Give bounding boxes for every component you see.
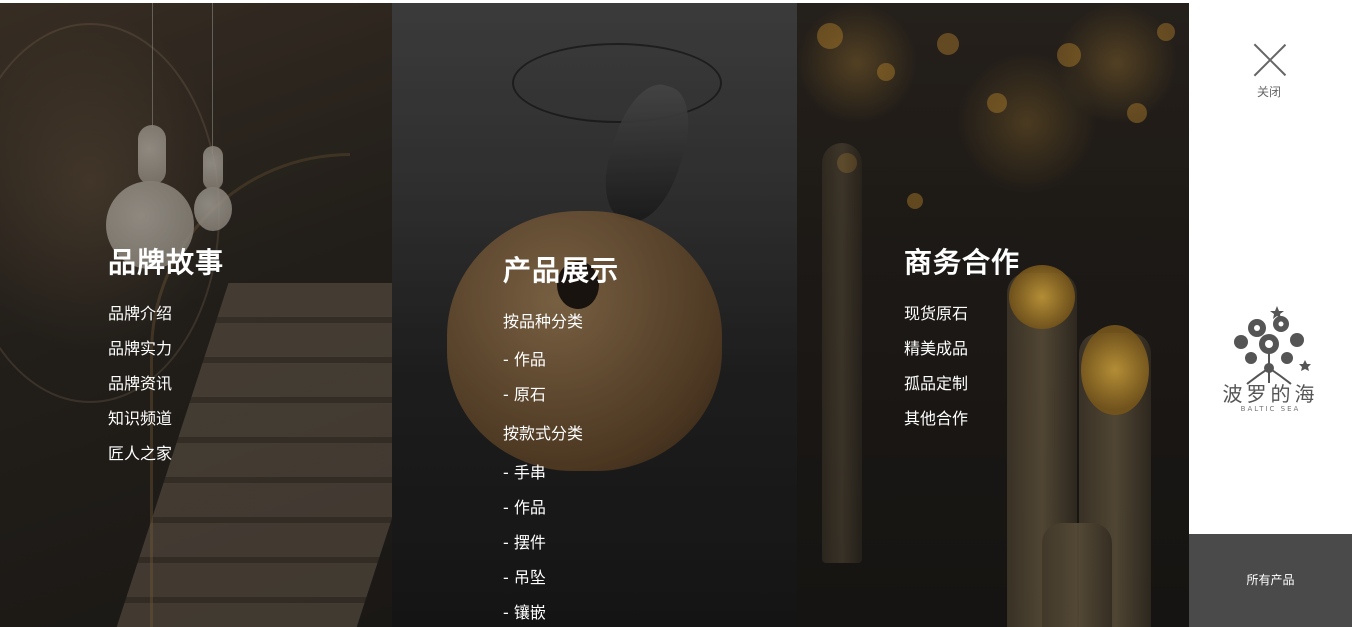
link-style-ornament[interactable]: - 摆件 — [503, 529, 546, 553]
link-raw-stone-stock[interactable]: 现货原石 — [904, 300, 968, 324]
logo-chinese-text: 波罗的海 — [1222, 382, 1319, 406]
business-cooperation-panel: 商务合作 现货原石 精美成品 孤品定制 其他合作 — [797, 3, 1189, 627]
link-by-style[interactable]: 按款式分类 — [503, 420, 583, 444]
link-brand-intro[interactable]: 品牌介绍 — [108, 300, 172, 324]
close-icon[interactable] — [1252, 41, 1288, 77]
link-craftsman-home[interactable]: 匠人之家 — [108, 440, 172, 464]
link-variety-raw-stone[interactable]: - 原石 — [503, 381, 546, 405]
link-variety-works[interactable]: - 作品 — [503, 346, 546, 370]
link-other-cooperation[interactable]: 其他合作 — [904, 405, 968, 429]
link-unique-custom[interactable]: 孤品定制 — [904, 370, 968, 394]
product-display-title[interactable]: 产品展示 — [503, 249, 619, 289]
link-brand-strength[interactable]: 品牌实力 — [108, 335, 172, 359]
link-brand-news[interactable]: 品牌资讯 — [108, 370, 172, 394]
link-style-inlay[interactable]: - 镶嵌 — [503, 599, 546, 623]
brand-story-panel: 品牌故事 品牌介绍 品牌实力 品牌资讯 知识频道 匠人之家 — [0, 3, 392, 627]
business-cooperation-title[interactable]: 商务合作 — [904, 241, 1020, 281]
link-style-bracelet[interactable]: - 手串 — [503, 459, 546, 483]
product-display-panel: 产品展示 按品种分类 - 作品 - 原石 按款式分类 - 手串 - 作品 - 摆… — [392, 3, 797, 627]
link-knowledge-channel[interactable]: 知识频道 — [108, 405, 172, 429]
link-style-works[interactable]: - 作品 — [503, 494, 546, 518]
close-label[interactable]: 关闭 — [1189, 83, 1349, 100]
link-fine-products[interactable]: 精美成品 — [904, 335, 968, 359]
right-sidebar: 关闭 波罗的海 BALTIC SEA 所有产品 — [1189, 3, 1352, 627]
link-style-pendant[interactable]: - 吊坠 — [503, 564, 546, 588]
logo-english-text: BALTIC SEA — [1240, 405, 1301, 413]
all-products-button[interactable]: 所有产品 — [1189, 534, 1352, 627]
brand-story-title[interactable]: 品牌故事 — [108, 241, 224, 281]
link-by-variety[interactable]: 按品种分类 — [503, 308, 583, 332]
